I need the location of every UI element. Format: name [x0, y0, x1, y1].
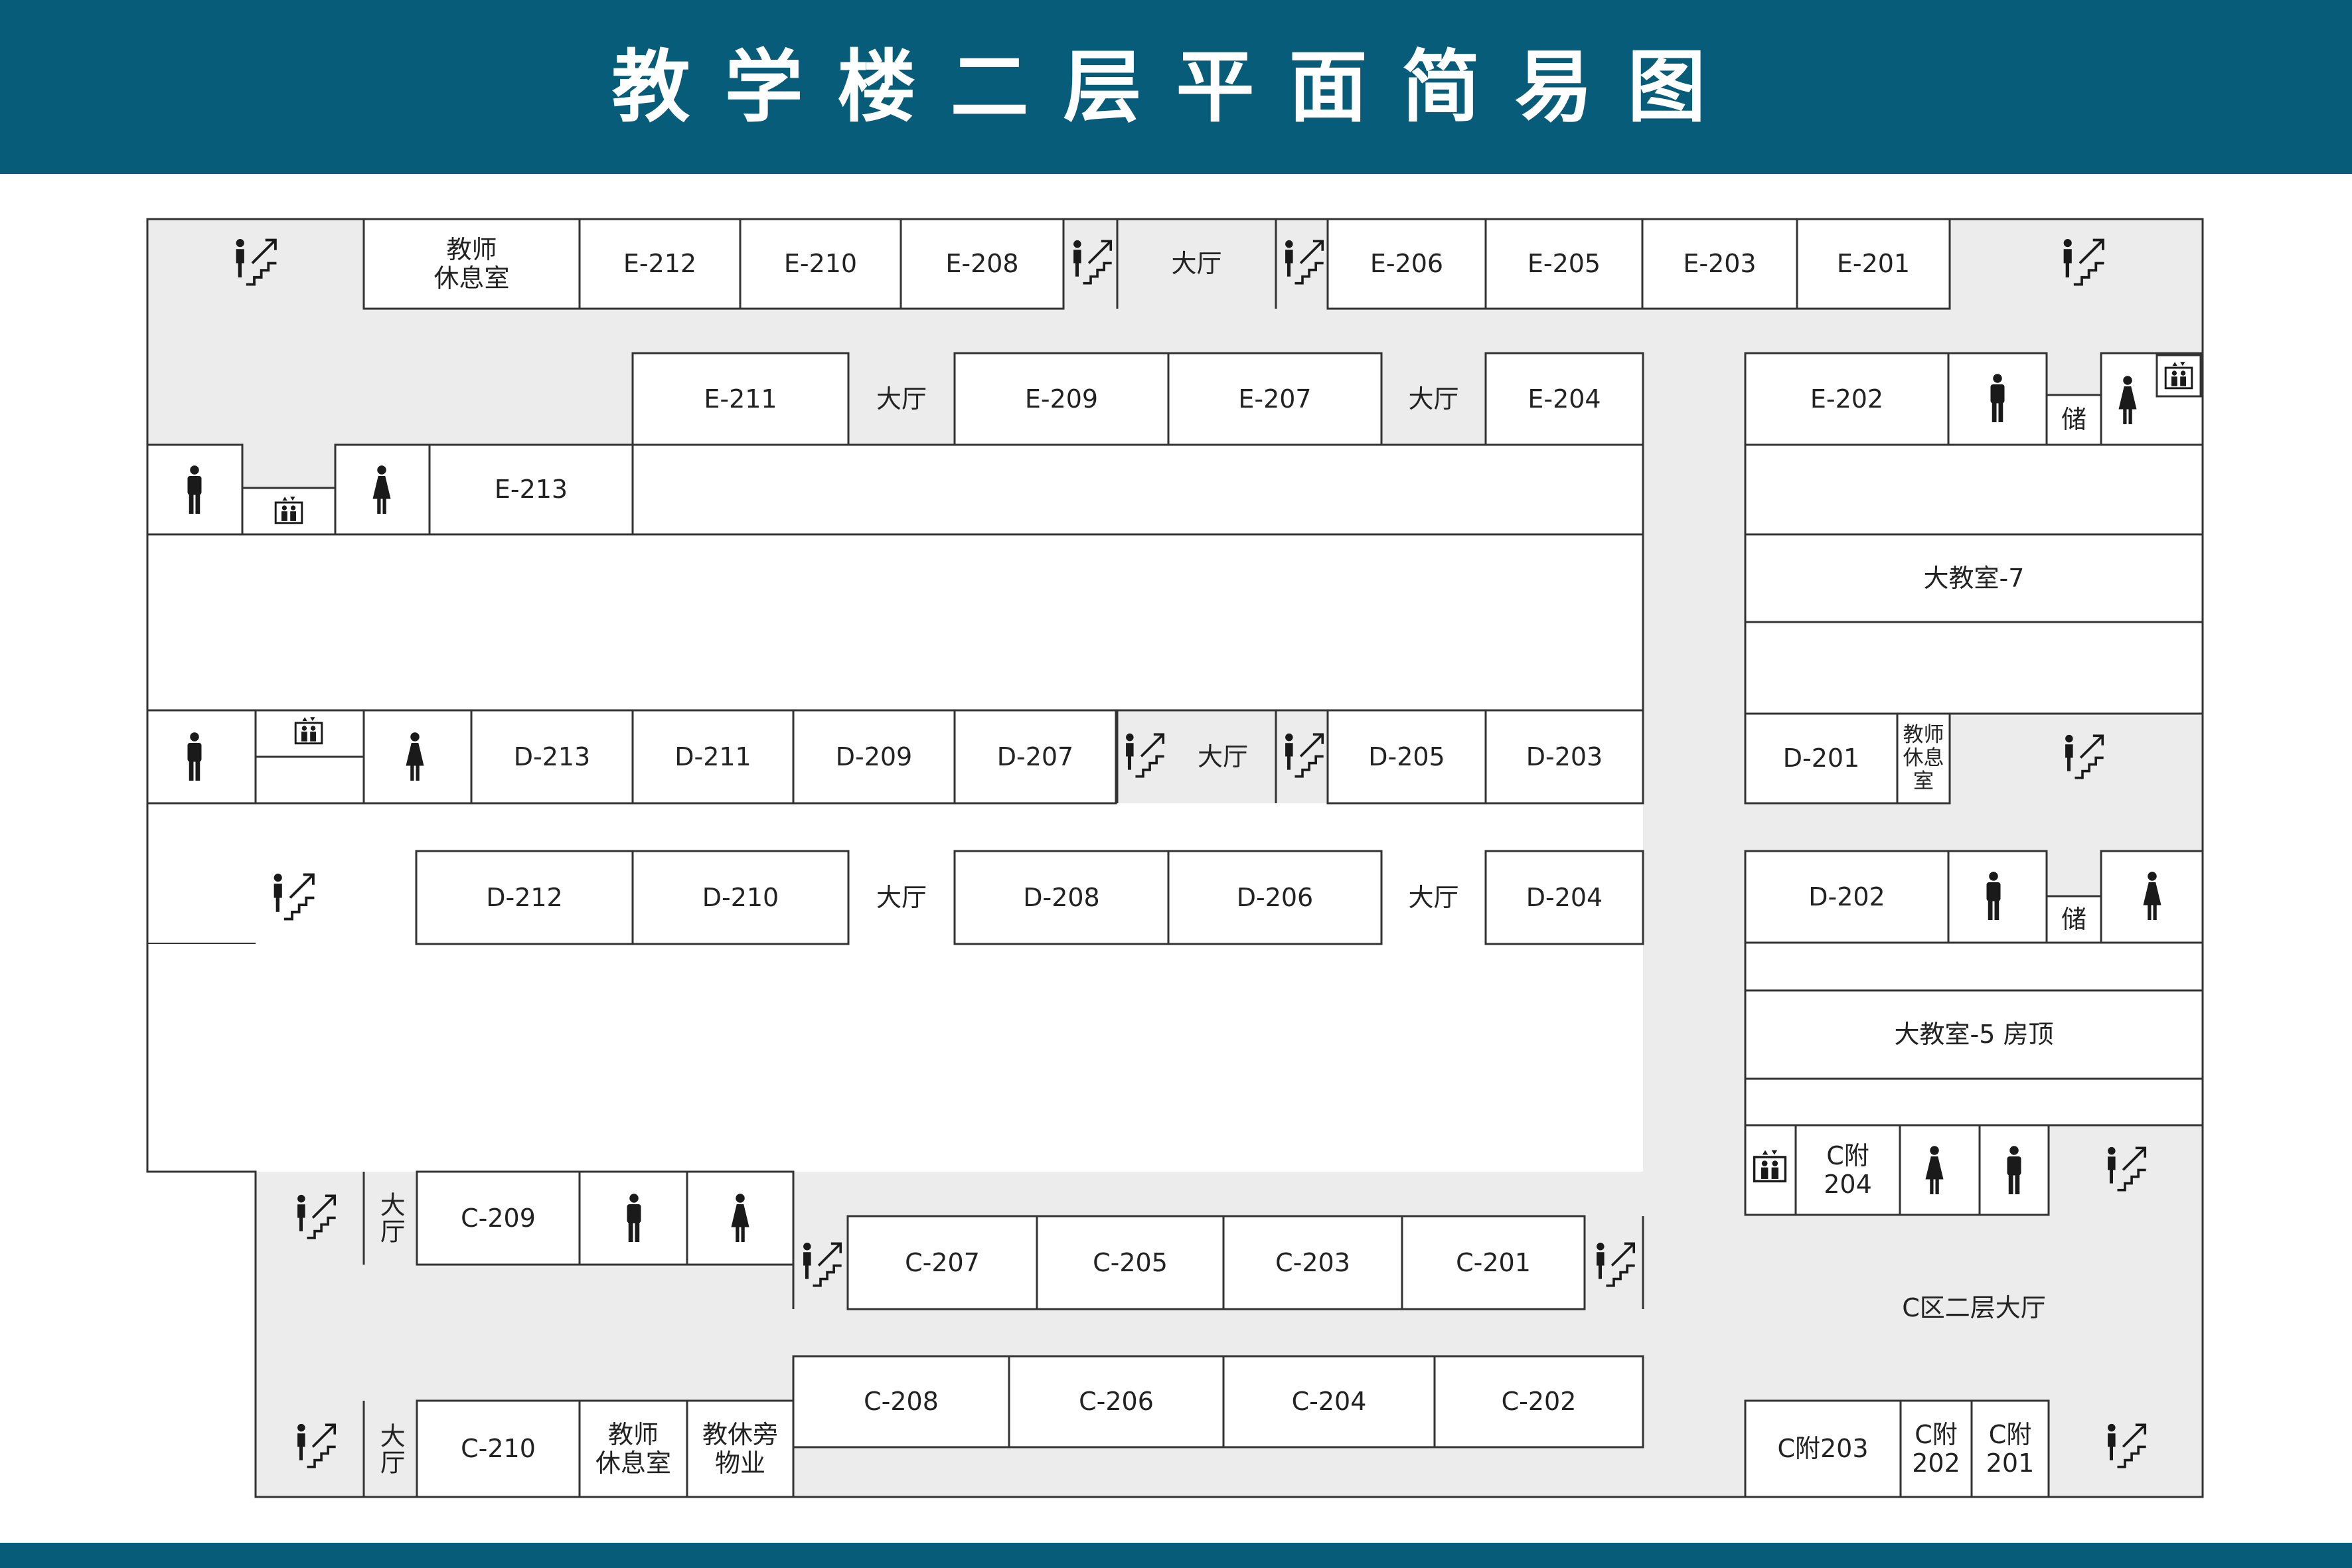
- hall-label: 大厅: [1197, 742, 1248, 771]
- room-d201[interactable]: D-201: [1745, 714, 1897, 803]
- room-e202[interactable]: E-202: [1745, 353, 1948, 445]
- room-d202[interactable]: D-202: [1745, 851, 1948, 943]
- room-c206[interactable]: C-206: [1009, 1356, 1223, 1447]
- room-c201[interactable]: C-201: [1402, 1216, 1585, 1309]
- property-office-label: 教休旁 物业: [702, 1419, 778, 1478]
- room-e203[interactable]: E-203: [1642, 219, 1797, 309]
- room-d205[interactable]: D-205: [1328, 710, 1486, 803]
- room-c-annex-201[interactable]: C附 201: [1972, 1401, 2049, 1497]
- big-room-7[interactable]: 大教室-7: [1745, 534, 2203, 622]
- hall-label: 大厅: [1171, 249, 1222, 279]
- room-d211[interactable]: D-211: [633, 710, 793, 803]
- storage-label: 储: [2061, 405, 2086, 435]
- room-c203[interactable]: C-203: [1223, 1216, 1402, 1309]
- room-e206[interactable]: E-206: [1328, 219, 1486, 309]
- room-d206[interactable]: D-206: [1168, 851, 1381, 944]
- hall-label: 大厅: [1408, 384, 1459, 414]
- storage-label: 储: [2061, 904, 2086, 934]
- room-e208[interactable]: E-208: [901, 219, 1063, 309]
- room-e211[interactable]: E-211: [633, 353, 848, 445]
- room-c210[interactable]: C-210: [417, 1401, 580, 1497]
- room-d212[interactable]: D-212: [416, 851, 633, 944]
- hall-label: 大厅: [376, 1422, 406, 1476]
- teacher-lounge-label: 教师 休息室: [433, 234, 510, 293]
- room-c208[interactable]: C-208: [793, 1356, 1009, 1447]
- c-zone-hall-label: C区二层大厅: [1902, 1293, 2046, 1322]
- teacher-lounge-label: 教师 休息室: [595, 1419, 671, 1478]
- room-e205[interactable]: E-205: [1486, 219, 1642, 309]
- room-c-annex-204[interactable]: C附 204: [1796, 1125, 1900, 1215]
- room-d209[interactable]: D-209: [793, 710, 955, 803]
- big-room-5-roof[interactable]: 大教室-5 房顶: [1745, 990, 2203, 1079]
- room-c205[interactable]: C-205: [1037, 1216, 1223, 1309]
- room-e209[interactable]: E-209: [955, 353, 1168, 445]
- teacher-lounge-label: 教师 休息室: [1903, 723, 1944, 793]
- room-c202[interactable]: C-202: [1435, 1356, 1643, 1447]
- hall-label: 大厅: [876, 384, 927, 414]
- room-e207[interactable]: E-207: [1168, 353, 1381, 445]
- room-e212[interactable]: E-212: [580, 219, 740, 309]
- room-d213[interactable]: D-213: [471, 710, 633, 803]
- room-e213[interactable]: E-213: [430, 445, 633, 534]
- room-d203[interactable]: D-203: [1486, 710, 1643, 803]
- hall-label: 大厅: [376, 1192, 406, 1245]
- room-d204[interactable]: D-204: [1486, 851, 1643, 944]
- room-d208[interactable]: D-208: [955, 851, 1168, 944]
- room-e201[interactable]: E-201: [1797, 219, 1950, 309]
- room-c-annex-202[interactable]: C附 202: [1901, 1401, 1972, 1497]
- room-d210[interactable]: D-210: [633, 851, 848, 944]
- hall-label: 大厅: [876, 882, 927, 912]
- room-c209[interactable]: C-209: [417, 1172, 580, 1265]
- room-c204[interactable]: C-204: [1223, 1356, 1435, 1447]
- room-d207[interactable]: D-207: [955, 710, 1116, 803]
- room-e204[interactable]: E-204: [1486, 353, 1643, 445]
- room-c-annex-203[interactable]: C附203: [1745, 1401, 1901, 1497]
- room-e210[interactable]: E-210: [740, 219, 901, 309]
- room-c207[interactable]: C-207: [848, 1216, 1037, 1309]
- hall-label: 大厅: [1408, 882, 1459, 912]
